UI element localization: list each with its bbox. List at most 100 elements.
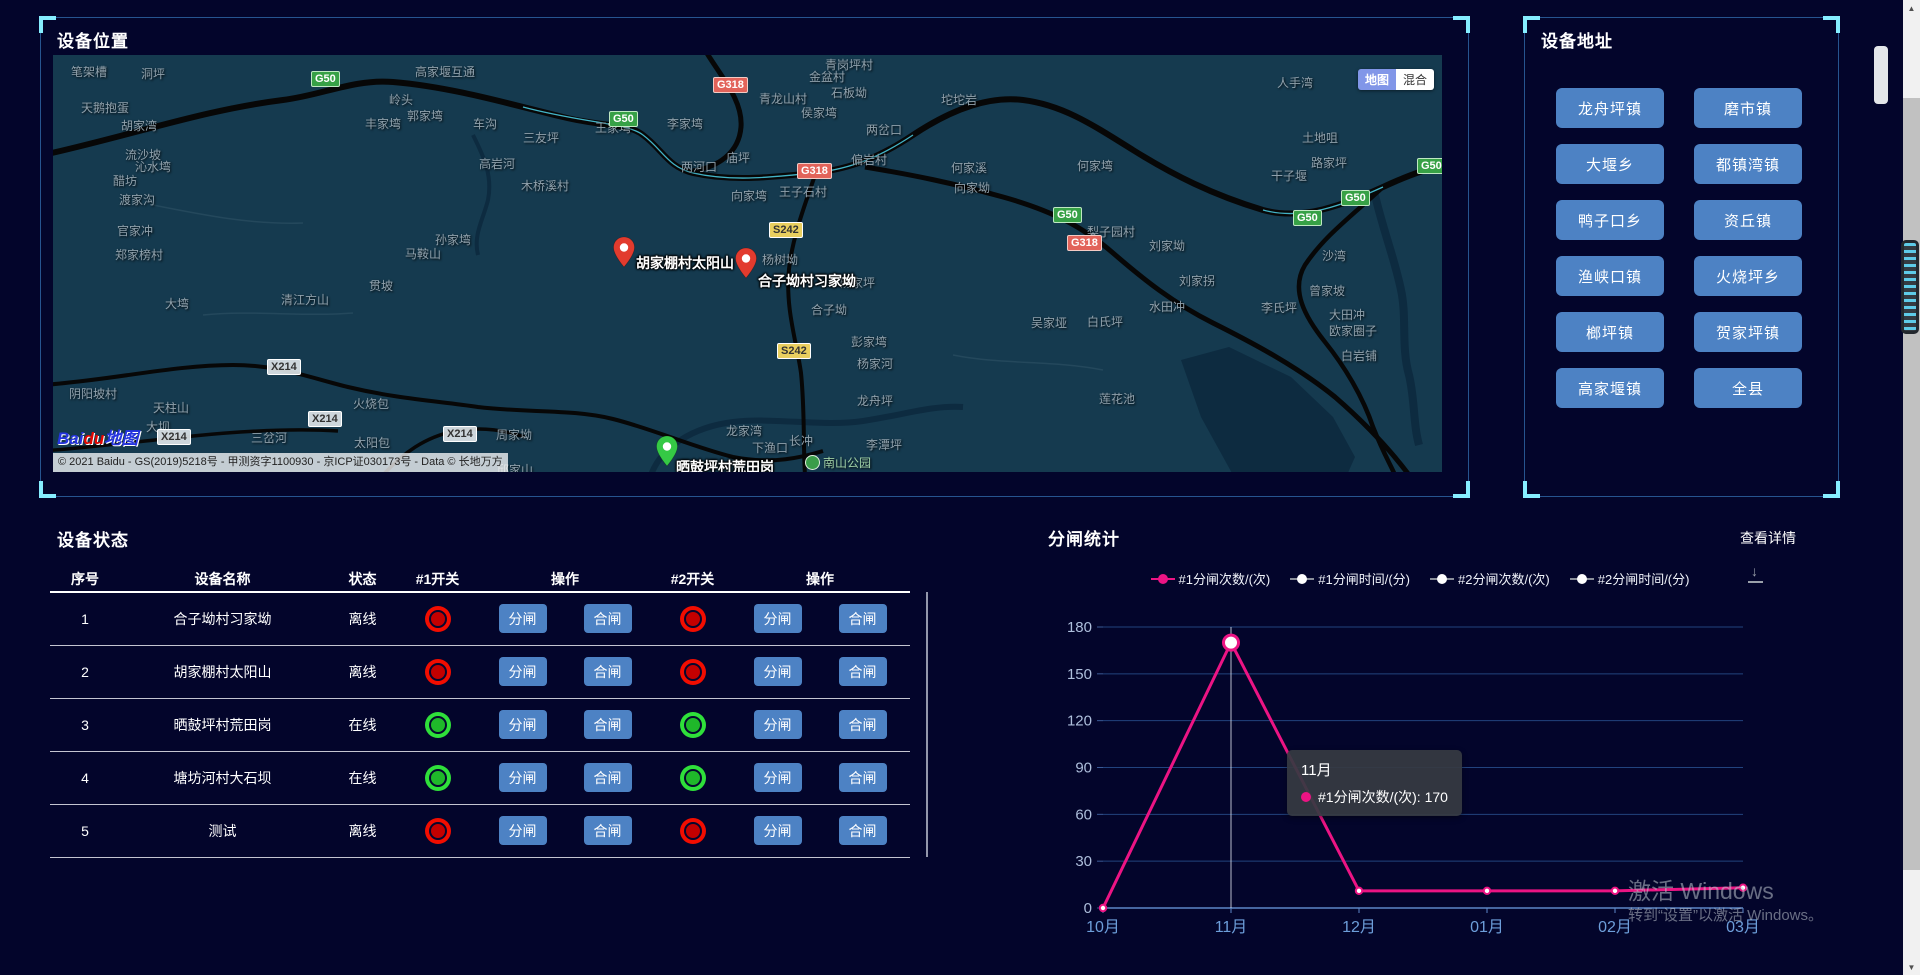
map-place-label: 侯家塆 [801,104,837,121]
legend-label: #1分闸时间/(分) [1318,569,1410,588]
close-switch2-button[interactable]: 合闸 [839,763,887,792]
switch1-cell [400,818,475,844]
device-status-cell: 离线 [325,821,400,841]
address-button-贺家坪镇[interactable]: 贺家坪镇 [1694,312,1802,352]
windows-activation-watermark-line1: 激活 Windows [1628,872,1774,906]
legend-item[interactable]: #1分闸次数/(次) [1151,569,1271,588]
open-switch1-button[interactable]: 分闸 [499,710,547,739]
legend-item[interactable]: #1分闸时间/(分) [1290,569,1410,588]
table-row: 1合子坳村习家坳离线分闸合闸分闸合闸 [50,592,910,646]
map-place-label: 刘家拐 [1179,272,1215,289]
map-type-hybrid-chip[interactable]: 混合 [1396,69,1434,90]
legend-item[interactable]: #2分闸时间/(分) [1570,569,1690,588]
scrollbar-down-arrow[interactable]: ▼ [1903,959,1920,975]
close-switch1-button[interactable]: 合闸 [584,763,632,792]
close-switch2-button[interactable]: 合闸 [839,710,887,739]
switch2-actions-cell: 分闸 合闸 [730,604,910,633]
close-switch2-button[interactable]: 合闸 [839,604,887,633]
map-place-label: 白岩铺 [1341,347,1377,364]
scrollbar-widget[interactable] [1901,240,1919,334]
view-details-link[interactable]: 查看详情 [1740,528,1796,548]
open-switch1-button[interactable]: 分闸 [499,657,547,686]
switch2-actions-cell: 分闸 合闸 [730,710,910,739]
road-number-badge: G50 [1293,210,1322,226]
address-button-龙舟坪镇[interactable]: 龙舟坪镇 [1556,88,1664,128]
address-button-全县[interactable]: 全县 [1694,368,1802,408]
close-switch2-button[interactable]: 合闸 [839,657,887,686]
close-switch1-button[interactable]: 合闸 [584,604,632,633]
table-header-cell: #1开关 [400,569,475,589]
map-pin-label: 合子坳村习家坳 [758,271,856,291]
address-button-磨市镇[interactable]: 磨市镇 [1694,88,1802,128]
open-switch2-button[interactable]: 分闸 [754,710,802,739]
open-switch1-button[interactable]: 分闸 [499,763,547,792]
open-switch2-button[interactable]: 分闸 [754,604,802,633]
close-switch1-button[interactable]: 合闸 [584,710,632,739]
map-place-label: 木桥溪村 [521,177,569,194]
device-status-cell: 在线 [325,768,400,788]
tooltip-series-dot [1301,792,1311,802]
map-place-label: 沙湾 [1322,247,1346,264]
map-pin-icon[interactable] [734,247,758,279]
address-button-大堰乡[interactable]: 大堰乡 [1556,144,1664,184]
address-button-资丘镇[interactable]: 资丘镇 [1694,200,1802,240]
map-place-label: 太阳包 [354,434,390,451]
table-header-cell: 设备名称 [120,569,325,589]
svg-text:01月: 01月 [1470,919,1504,936]
road-number-badge: G50 [311,71,340,87]
map-place-label: 下渔口 [752,439,788,456]
map-place-label: 沁水塆 [135,158,171,175]
map-place-label: 刘家坳 [1149,237,1185,254]
address-button-都镇湾镇[interactable]: 都镇湾镇 [1694,144,1802,184]
row-index-cell: 4 [50,770,120,786]
map-pin-icon[interactable] [612,236,636,268]
map-pin-label: 晒鼓坪村荒田岗 [676,457,774,472]
map-place-label: 丰家塆 [365,115,401,132]
switch2-cell [655,606,730,632]
scrollbar-thumb[interactable] [1903,98,1920,870]
switch1-cell [400,765,475,791]
switch2-cell [655,765,730,791]
corner-decoration [1453,481,1470,498]
map-place-label: 三岔河 [251,429,287,446]
switch1-indicator-green [425,765,451,791]
address-button-鸭子口乡[interactable]: 鸭子口乡 [1556,200,1664,240]
device-name-cell: 晒鼓坪村荒田岗 [120,715,325,735]
map-place-label: 李潭坪 [866,436,902,453]
map-place-label: 官家冲 [117,222,153,239]
svg-text:02月: 02月 [1598,919,1632,936]
device-name-cell: 胡家棚村太阳山 [120,662,325,682]
address-button-高家堰镇[interactable]: 高家堰镇 [1556,368,1664,408]
baidu-map[interactable]: 笔架槽洞坪天鹅抱蛋胡家湾流沙坡沁水塆醋坊渡家沟官家冲郑家榜村高家堰互通岭头郭家塆… [53,55,1442,472]
address-button-火烧坪乡[interactable]: 火烧坪乡 [1694,256,1802,296]
floating-tab[interactable] [1874,46,1888,104]
address-button-渔峡口镇[interactable]: 渔峡口镇 [1556,256,1664,296]
open-switch2-button[interactable]: 分闸 [754,763,802,792]
close-switch1-button[interactable]: 合闸 [584,816,632,845]
switch1-indicator-red [425,606,451,632]
device-address-title: 设备地址 [1541,27,1613,52]
corner-decoration [1453,16,1470,33]
open-switch2-button[interactable]: 分闸 [754,657,802,686]
map-place-label: 莲花池 [1099,390,1135,407]
table-row: 5测试离线分闸合闸分闸合闸 [50,804,910,858]
corner-decoration [39,16,56,33]
switch2-actions-cell: 分闸 合闸 [730,657,910,686]
legend-marker-icon [1570,574,1594,584]
map-type-map-chip[interactable]: 地图 [1358,69,1396,90]
close-switch2-button[interactable]: 合闸 [839,816,887,845]
open-switch2-button[interactable]: 分闸 [754,816,802,845]
map-place-label: 欧家圈子 [1329,322,1377,339]
open-switch1-button[interactable]: 分闸 [499,816,547,845]
map-place-label: 长冲 [789,432,813,449]
legend-marker-icon [1290,574,1314,584]
svg-text:90: 90 [1075,760,1092,777]
address-button-榔坪镇[interactable]: 榔坪镇 [1556,312,1664,352]
page-scrollbar[interactable]: ▲ ▼ [1903,0,1920,975]
road-number-badge: G50 [1053,207,1082,223]
open-switch1-button[interactable]: 分闸 [499,604,547,633]
close-switch1-button[interactable]: 合闸 [584,657,632,686]
legend-item[interactable]: #2分闸次数/(次) [1430,569,1550,588]
scrollbar-up-arrow[interactable]: ▲ [1903,0,1920,16]
switch1-cell [400,712,475,738]
